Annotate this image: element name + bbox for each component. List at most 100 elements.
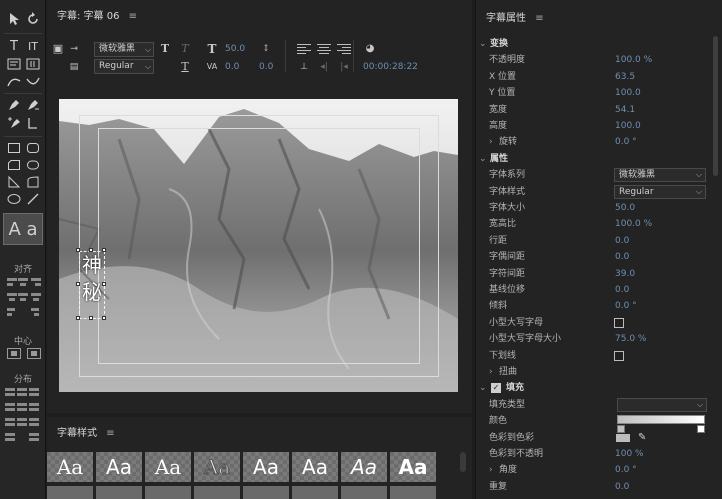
align-extra-left-icon[interactable] — [7, 308, 19, 318]
property-row[interactable]: ⌄ ✓ 填充 — [476, 380, 716, 396]
type-tool-icon[interactable]: T — [5, 38, 23, 54]
chevron-down-icon[interactable]: ⌄ — [479, 36, 487, 52]
color-swatch[interactable] — [616, 434, 630, 442]
fill-enabled-checkbox[interactable]: ✓ — [491, 383, 501, 393]
property-value[interactable]: 63.5 — [615, 69, 635, 85]
title-canvas[interactable] — [59, 99, 458, 392]
vertical-type-tool-icon[interactable]: IT — [24, 38, 42, 54]
add-anchor-tool-icon[interactable] — [5, 115, 23, 131]
property-value[interactable]: 50.0 — [615, 200, 635, 216]
property-row[interactable]: ⌄ 属性 — [476, 151, 716, 167]
property-value[interactable]: 0.0 — [615, 249, 629, 265]
property-dropdown[interactable]: Regular ⌵ — [614, 185, 706, 199]
chevron-right-icon[interactable]: › — [489, 462, 493, 478]
resize-handle[interactable] — [102, 316, 106, 320]
distribute-h-space-icon[interactable] — [5, 418, 17, 428]
tab-next-icon[interactable]: |◂ — [337, 60, 351, 74]
resize-handle[interactable] — [76, 282, 80, 286]
rounded-corner-rectangle-tool-icon[interactable] — [24, 157, 42, 173]
style-swatch[interactable] — [96, 486, 142, 499]
delete-anchor-tool-icon[interactable] — [24, 97, 42, 113]
style-swatch[interactable]: Aa — [96, 452, 142, 482]
align-extra-right-icon[interactable] — [29, 308, 41, 318]
ellipse-tool-icon[interactable] — [5, 191, 23, 207]
property-value[interactable]: 100 % — [615, 446, 644, 462]
property-checkbox[interactable] — [614, 351, 624, 361]
kerning-value[interactable]: 0.0 — [225, 62, 239, 72]
style-swatch[interactable]: Aa — [47, 452, 93, 482]
resize-handle[interactable] — [76, 316, 80, 320]
property-value[interactable]: 0.0 — [615, 233, 629, 249]
chevron-down-icon[interactable]: ⌄ — [479, 380, 487, 396]
style-swatch[interactable] — [292, 486, 338, 499]
distribute-extra-icon[interactable] — [29, 433, 41, 443]
style-swatch[interactable]: Aa — [145, 452, 191, 482]
resize-handle[interactable] — [102, 248, 106, 252]
align-bottom-icon[interactable] — [29, 293, 41, 303]
style-swatch[interactable] — [47, 486, 93, 499]
rectangle-tool-icon[interactable] — [5, 140, 23, 156]
distribute-center-icon[interactable] — [17, 388, 29, 398]
property-value[interactable]: 0.0 ° — [615, 134, 637, 150]
align-right-text-icon[interactable] — [337, 44, 351, 54]
property-value[interactable]: 54.1 — [615, 102, 635, 118]
timecode-value[interactable]: 00:00:28:22 — [363, 62, 418, 72]
templates-icon[interactable]: ▤ — [67, 60, 81, 74]
rounded-rectangle-tool-icon[interactable] — [24, 140, 42, 156]
bold-icon[interactable]: T — [158, 42, 172, 56]
resize-handle[interactable] — [89, 248, 93, 252]
property-value[interactable]: 100.0 — [615, 85, 641, 101]
property-value[interactable]: 100.0 % — [615, 216, 652, 232]
style-swatch[interactable] — [145, 486, 191, 499]
style-swatch[interactable]: Aa — [390, 452, 436, 482]
distribute-v-space-icon[interactable] — [29, 418, 41, 428]
style-swatch[interactable] — [243, 486, 289, 499]
pen-tool-icon[interactable] — [5, 97, 23, 113]
property-value[interactable]: 0.0 ° — [615, 298, 637, 314]
align-right-icon[interactable] — [29, 278, 41, 288]
convert-anchor-tool-icon[interactable] — [24, 115, 42, 131]
show-background-video-icon[interactable]: ◕ — [363, 42, 377, 56]
style-swatch[interactable]: Aa — [341, 452, 387, 482]
distribute-middle-icon[interactable] — [17, 403, 29, 413]
align-center-vertical-icon[interactable] — [17, 278, 29, 288]
distribute-bottom-icon[interactable] — [29, 403, 41, 413]
properties-scrollbar[interactable] — [713, 36, 718, 176]
chevron-down-icon[interactable]: ⌄ — [479, 151, 487, 167]
resize-handle[interactable] — [89, 316, 93, 320]
fill-type-dropdown[interactable]: ⌵ — [617, 398, 707, 412]
center-vertical-icon[interactable] — [27, 348, 41, 359]
styles-scrollbar[interactable] — [460, 452, 466, 472]
property-value[interactable]: 39.0 — [615, 266, 635, 282]
style-swatch[interactable] — [390, 486, 436, 499]
clipped-corner-rectangle-tool-icon[interactable] — [5, 157, 23, 173]
font-family-select[interactable]: 微软雅黑 ⌵ — [94, 42, 154, 57]
hamburger-menu-icon[interactable]: ≡ — [535, 8, 543, 30]
area-type-tool-icon[interactable] — [5, 56, 23, 72]
distribute-v-even-icon[interactable] — [5, 433, 17, 443]
underline-icon[interactable]: T — [178, 60, 192, 74]
property-value[interactable]: 0.0 — [615, 479, 629, 495]
style-swatch[interactable] — [194, 486, 240, 499]
distribute-left-icon[interactable] — [5, 388, 17, 398]
property-value[interactable]: 0.0 — [615, 282, 629, 298]
line-tool-icon[interactable] — [24, 191, 42, 207]
chevron-right-icon[interactable]: › — [489, 364, 493, 380]
property-value[interactable]: 100.0 % — [615, 52, 652, 68]
eyedropper-icon[interactable]: ✎ — [638, 430, 646, 446]
selection-tool-icon[interactable] — [5, 11, 23, 27]
hamburger-menu-icon[interactable]: ≡ — [106, 423, 114, 445]
italic-icon[interactable]: T — [178, 42, 192, 56]
align-center-text-icon[interactable] — [317, 44, 331, 54]
property-row[interactable]: ⌄ 变换 — [476, 36, 716, 52]
vertical-path-type-tool-icon[interactable] — [24, 74, 42, 90]
rotation-tool-icon[interactable] — [24, 11, 42, 27]
path-type-tool-icon[interactable] — [5, 74, 23, 90]
style-swatch[interactable] — [341, 486, 387, 499]
hamburger-menu-icon[interactable]: ≡ — [129, 6, 137, 28]
property-value[interactable]: 0.0 ° — [615, 462, 637, 478]
roll-crawl-options-icon[interactable]: ▣ — [51, 42, 65, 56]
property-dropdown[interactable]: 微软雅黑 ⌵ — [614, 168, 706, 182]
style-swatch[interactable]: Aa — [194, 452, 240, 482]
text-style-preview[interactable]: A a — [3, 213, 43, 245]
